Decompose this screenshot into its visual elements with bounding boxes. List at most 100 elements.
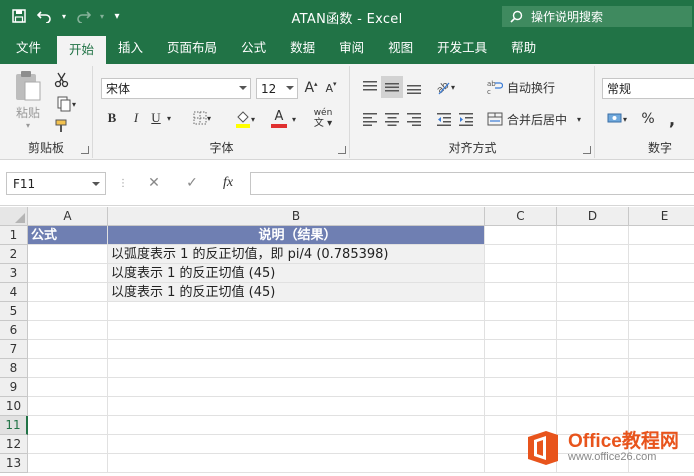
grid-cell[interactable] — [485, 264, 557, 283]
grid-cell[interactable] — [28, 378, 108, 397]
grid-cell[interactable] — [28, 397, 108, 416]
row-header-5[interactable]: 5 — [0, 302, 28, 321]
grid-cell[interactable] — [557, 321, 629, 340]
tell-me-search[interactable]: 操作说明搜索 — [502, 6, 692, 27]
grid-cell[interactable] — [108, 302, 485, 321]
grid-cell[interactable] — [629, 226, 694, 245]
grid-cell[interactable] — [485, 378, 557, 397]
row-header-4[interactable]: 4 — [0, 283, 28, 302]
italic-button[interactable]: I — [126, 108, 146, 128]
row-header-3[interactable]: 3 — [0, 264, 28, 283]
increase-indent-button[interactable] — [455, 108, 477, 130]
grid-cell[interactable] — [28, 302, 108, 321]
tab-formulas[interactable]: 公式 — [229, 33, 278, 64]
tab-insert[interactable]: 插入 — [106, 33, 155, 64]
merge-center-button[interactable]: 合并后居中 ▾ — [487, 108, 587, 130]
tab-developer[interactable]: 开发工具 — [425, 33, 499, 64]
grid-cell[interactable] — [557, 226, 629, 245]
column-header-a[interactable]: A — [28, 207, 108, 226]
align-left-button[interactable] — [359, 108, 381, 130]
cell-a1[interactable]: 公式 — [28, 226, 108, 245]
paste-button[interactable]: 粘贴 ▾ — [8, 70, 48, 130]
select-all-button[interactable] — [0, 207, 28, 226]
row-header-13[interactable]: 13 — [0, 454, 28, 473]
cell-b2[interactable]: 以弧度表示 1 的反正切值，即 pi/4 (0.785398) — [108, 245, 485, 264]
row-header-10[interactable]: 10 — [0, 397, 28, 416]
grid-cell[interactable] — [28, 359, 108, 378]
grid-cell[interactable] — [485, 226, 557, 245]
grid-cell[interactable] — [28, 340, 108, 359]
grid-cell[interactable] — [629, 302, 694, 321]
orientation-button[interactable]: ab ▾ — [431, 76, 459, 98]
grid-cell[interactable] — [557, 302, 629, 321]
grid-cell[interactable] — [485, 359, 557, 378]
grid-cell[interactable] — [485, 283, 557, 302]
grid-cell[interactable] — [629, 378, 694, 397]
grid-cell[interactable] — [485, 302, 557, 321]
grid-cell[interactable] — [557, 378, 629, 397]
grid-cell[interactable] — [557, 283, 629, 302]
percent-button[interactable]: % — [638, 108, 658, 130]
row-header-2[interactable]: 2 — [0, 245, 28, 264]
tab-view[interactable]: 视图 — [376, 33, 425, 64]
row-header-7[interactable]: 7 — [0, 340, 28, 359]
grid-cell[interactable] — [629, 245, 694, 264]
decrease-indent-button[interactable] — [433, 108, 455, 130]
formula-bar-grip[interactable]: ⋮ — [118, 178, 128, 189]
grid-cell[interactable] — [485, 340, 557, 359]
row-header-11[interactable]: 11 — [0, 416, 28, 435]
grid-cell[interactable] — [557, 264, 629, 283]
grid-cell[interactable] — [557, 397, 629, 416]
font-size-select[interactable]: 12 — [256, 78, 298, 99]
cell-b3[interactable]: 以度表示 1 的反正切值 (45) — [108, 264, 485, 283]
cell-b1[interactable]: 说明（结果） — [108, 226, 485, 245]
grid-cell[interactable] — [629, 264, 694, 283]
grid-cell[interactable] — [28, 283, 108, 302]
grid-cell[interactable] — [28, 416, 108, 435]
grow-font-button[interactable]: A ▴ — [302, 78, 320, 98]
grid-cell[interactable] — [485, 245, 557, 264]
insert-function-icon[interactable]: fx — [216, 173, 240, 193]
column-header-c[interactable]: C — [485, 207, 557, 226]
underline-dropdown-icon[interactable]: ▾ — [164, 108, 174, 128]
align-bottom-button[interactable] — [403, 76, 425, 98]
shrink-font-button[interactable]: A ▾ — [322, 78, 340, 98]
grid-cell[interactable] — [108, 435, 485, 454]
alignment-launcher-icon[interactable] — [583, 146, 591, 154]
column-header-d[interactable]: D — [557, 207, 629, 226]
grid-cell[interactable] — [28, 321, 108, 340]
tab-file[interactable]: 文件 — [0, 33, 57, 64]
enter-icon[interactable]: ✓ — [180, 173, 204, 193]
row-header-1[interactable]: 1 — [0, 226, 28, 245]
font-name-select[interactable]: 宋体 — [101, 78, 251, 99]
grid-cell[interactable] — [108, 340, 485, 359]
wrap-text-button[interactable]: ab c 自动换行 — [487, 76, 567, 98]
row-header-12[interactable]: 12 — [0, 435, 28, 454]
tab-review[interactable]: 审阅 — [327, 33, 376, 64]
column-header-b[interactable]: B — [108, 207, 485, 226]
align-top-button[interactable] — [359, 76, 381, 98]
cut-icon[interactable] — [52, 70, 72, 90]
phonetic-button[interactable]: wén 文 ▾ — [306, 106, 340, 130]
row-header-6[interactable]: 6 — [0, 321, 28, 340]
font-launcher-icon[interactable] — [338, 146, 346, 154]
align-center-button[interactable] — [381, 108, 403, 130]
format-painter-icon[interactable] — [52, 116, 72, 136]
cell-b4[interactable]: 以度表示 1 的反正切值 (45) — [108, 283, 485, 302]
accounting-format-button[interactable]: ▾ — [602, 108, 632, 130]
grid-cell[interactable] — [629, 321, 694, 340]
grid-cell[interactable] — [557, 340, 629, 359]
borders-button[interactable]: ▾ — [188, 108, 216, 128]
copy-icon[interactable]: ▾ — [52, 94, 80, 114]
align-middle-button[interactable] — [381, 76, 403, 98]
grid-cell[interactable] — [108, 378, 485, 397]
row-header-9[interactable]: 9 — [0, 378, 28, 397]
tab-page-layout[interactable]: 页面布局 — [155, 33, 229, 64]
underline-button[interactable]: U — [148, 108, 164, 128]
grid-cell[interactable] — [108, 359, 485, 378]
tab-data[interactable]: 数据 — [278, 33, 327, 64]
bold-button[interactable]: B — [102, 108, 122, 128]
grid-cell[interactable] — [28, 435, 108, 454]
grid-cell[interactable] — [108, 321, 485, 340]
grid-cell[interactable] — [28, 245, 108, 264]
